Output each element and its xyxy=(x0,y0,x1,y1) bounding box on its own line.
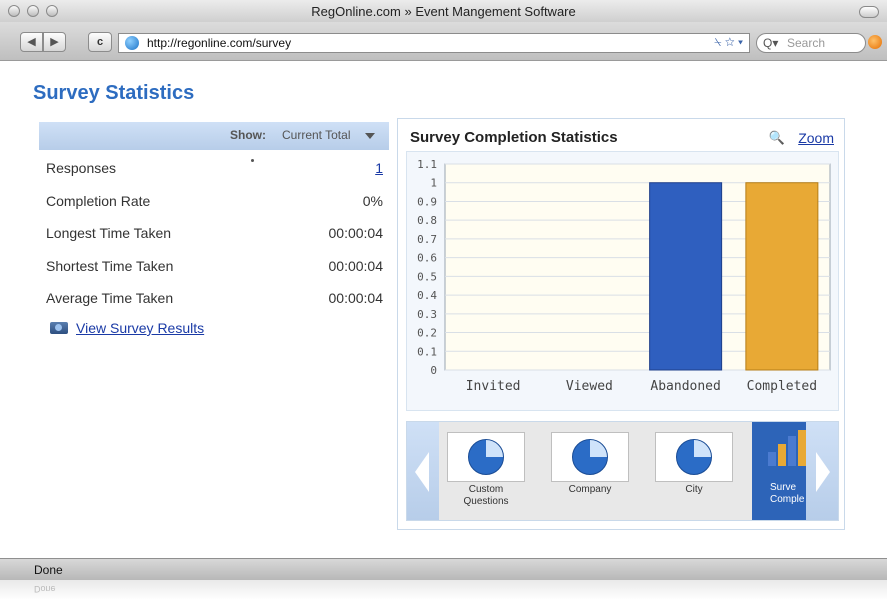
show-dropdown[interactable]: Current Total xyxy=(282,128,350,142)
thumb-label: Custom Questions xyxy=(463,484,509,507)
stat-value: 00:00:04 xyxy=(328,257,384,274)
page-title: Survey Statistics xyxy=(33,82,195,104)
y-tick-label: 0.3 xyxy=(417,308,437,321)
thumb-label: Company xyxy=(568,484,612,495)
pie-chart-icon xyxy=(676,439,712,475)
stat-row-completion-rate: Completion Rate 0% xyxy=(39,183,389,216)
stat-label: Shortest Time Taken xyxy=(46,257,174,274)
thumb-frame xyxy=(655,432,733,482)
mini-bar xyxy=(798,430,806,466)
reflection-text: Done xyxy=(34,584,56,594)
pie-chart-icon xyxy=(572,439,608,475)
bar-completed xyxy=(745,182,819,371)
chart-type-carousel: Custom Questions Company City Surve Comp… xyxy=(406,421,839,521)
y-tick-label: 0.1 xyxy=(417,345,437,358)
thumb-frame xyxy=(551,432,629,482)
chart-title: Survey Completion Statistics xyxy=(410,129,618,146)
y-tick-label: 1 xyxy=(430,177,437,190)
search-input[interactable]: Q▾ Search xyxy=(756,33,866,53)
forward-icon: ▶ xyxy=(50,36,59,48)
snapback-icon[interactable] xyxy=(868,35,882,49)
zoom-link[interactable]: Zoom xyxy=(798,130,834,146)
site-icon xyxy=(125,36,139,50)
status-text: Done xyxy=(34,563,63,577)
url-text: http://regonline.com/survey xyxy=(147,36,292,50)
mini-bar xyxy=(778,444,786,466)
stat-value: 00:00:04 xyxy=(328,225,384,241)
toolbar-toggle-button[interactable] xyxy=(859,6,879,18)
browser-window: RegOnline.com » Event Mangement Software… xyxy=(0,0,887,600)
browser-toolbar: ◀ ▶ c http://regonline.com/survey ⍀ ☆ ▾ … xyxy=(0,22,887,61)
stats-panel: Show: Current Total Responses 1 Completi… xyxy=(39,122,389,313)
y-tick-label: 0.2 xyxy=(417,327,437,340)
chart-thumb-custom-questions[interactable]: Custom Questions xyxy=(445,432,527,508)
chart-area: 0 0.1 0.2 0.3 0.4 0.5 0.6 0.7 0.8 0.9 1 1.1 Invited V… xyxy=(406,151,839,411)
bar-chart: 0 0.1 0.2 0.3 0.4 0.5 0.6 0.7 0.8 0.9 1 1.1 Invited V… xyxy=(417,158,831,394)
x-tick-label: Viewed xyxy=(566,379,613,394)
stat-row-average-time: Average Time Taken 00:00:04 xyxy=(39,280,389,313)
chevron-right-icon xyxy=(816,452,830,492)
window-title: RegOnline.com » Event Mangement Software xyxy=(311,4,576,19)
x-tick-label: Completed xyxy=(747,379,817,394)
thumb-label: Surve Comple xyxy=(770,482,805,505)
carousel-next-button[interactable] xyxy=(806,422,838,520)
window-reflection: Done xyxy=(0,580,887,600)
x-tick-label: Abandoned xyxy=(650,379,720,394)
stat-value: 00:00:04 xyxy=(328,290,384,306)
page-content: Survey Statistics Show: Current Total Re… xyxy=(0,61,887,600)
x-tick-label: Invited xyxy=(466,379,521,394)
rss-bookmark-icons[interactable]: ⍀ ☆ ▾ xyxy=(714,35,743,50)
chevron-down-icon[interactable] xyxy=(365,133,375,139)
stats-header: Show: Current Total xyxy=(39,122,389,150)
y-tick-label: 0.4 xyxy=(417,289,437,302)
zoom-icon[interactable]: 🔍 xyxy=(769,130,785,146)
thumb-frame xyxy=(447,432,525,482)
y-tick-label: 0.9 xyxy=(417,195,437,208)
y-tick-label: 0 xyxy=(430,364,437,377)
mini-bar xyxy=(768,452,776,466)
bullet-dot xyxy=(251,159,254,162)
chevron-left-icon xyxy=(415,452,429,492)
forward-button[interactable]: ▶ xyxy=(43,32,66,52)
chart-panel: Survey Completion Statistics 🔍 Zoom 0 0.1… xyxy=(397,118,845,530)
stat-label: Completion Rate xyxy=(46,192,151,209)
show-label: Show: xyxy=(230,128,266,142)
y-tick-label: 0.6 xyxy=(417,252,437,265)
status-bar: Done xyxy=(0,558,887,581)
search-icon[interactable]: Q▾ xyxy=(763,36,778,50)
reload-button[interactable]: c xyxy=(88,32,112,52)
y-tick-label: 0.5 xyxy=(417,270,437,283)
title-bar: RegOnline.com » Event Mangement Software xyxy=(0,0,887,23)
stat-row-longest-time: Longest Time Taken 00:00:04 xyxy=(39,215,389,248)
chart-thumb-city[interactable]: City xyxy=(653,432,735,496)
address-bar[interactable]: http://regonline.com/survey ⍀ ☆ ▾ xyxy=(118,33,750,53)
stat-row-shortest-time: Shortest Time Taken 00:00:04 xyxy=(39,248,389,281)
chart-thumb-survey-completion[interactable]: Surve Comple xyxy=(752,422,814,520)
mini-bar xyxy=(788,436,796,466)
thumb-label: City xyxy=(685,484,703,495)
stat-label: Longest Time Taken xyxy=(46,225,172,241)
camera-icon xyxy=(50,322,68,334)
stat-label: Responses xyxy=(46,160,117,176)
carousel-prev-button[interactable] xyxy=(407,422,439,520)
chart-thumb-company[interactable]: Company xyxy=(549,432,631,496)
bar-abandoned xyxy=(649,182,723,371)
y-tick-label: 0.7 xyxy=(417,233,437,246)
stat-value: 0% xyxy=(362,192,383,209)
responses-link[interactable]: 1 xyxy=(375,160,383,176)
reload-icon: c xyxy=(96,36,104,48)
back-icon: ◀ xyxy=(27,36,36,48)
stat-row-responses: Responses 1 xyxy=(39,150,389,183)
view-results-label[interactable]: View Survey Results xyxy=(76,320,204,336)
y-tick-label: 0.8 xyxy=(417,214,437,227)
back-button[interactable]: ◀ xyxy=(20,32,43,52)
y-tick-label: 1.1 xyxy=(417,158,437,171)
stat-label: Average Time Taken xyxy=(46,290,174,306)
search-placeholder: Search xyxy=(787,36,826,50)
pie-chart-icon xyxy=(468,439,504,475)
